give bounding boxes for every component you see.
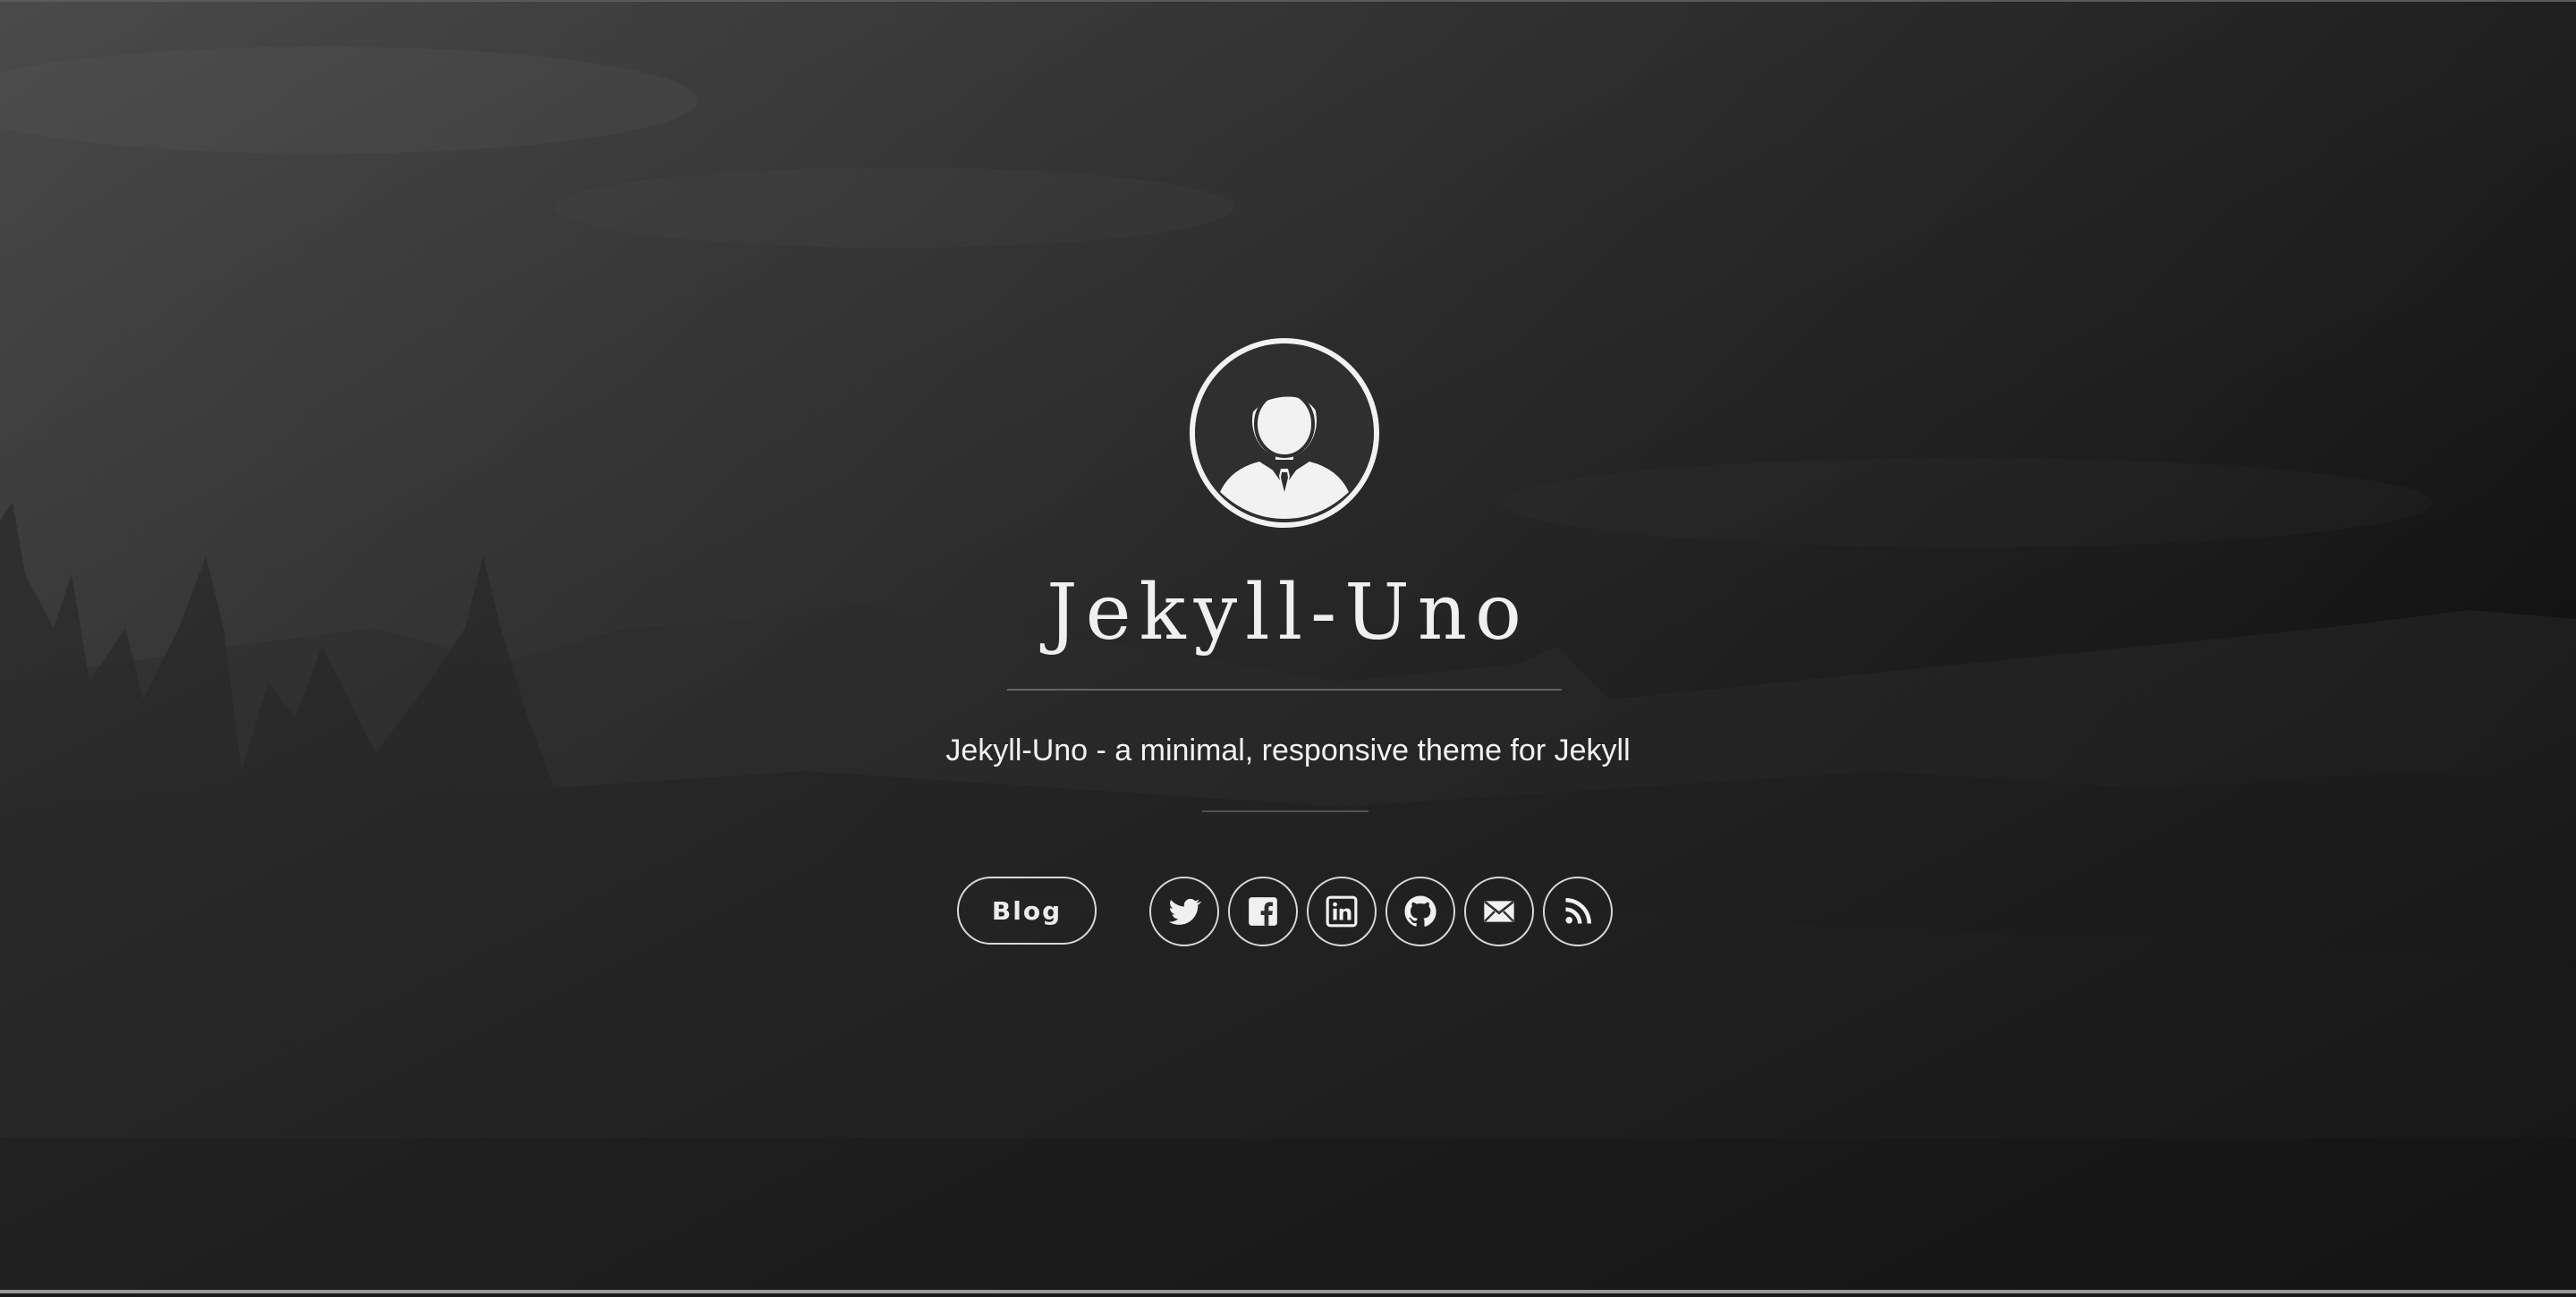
blog-button-label: Blog — [991, 895, 1063, 926]
user-avatar-icon — [1190, 338, 1379, 528]
linkedin-icon — [1325, 894, 1359, 928]
hero-background: Jekyll-Uno Jekyll-Uno - a minimal, respo… — [0, 0, 2576, 1293]
rss-link[interactable] — [1543, 877, 1613, 946]
facebook-icon — [1246, 894, 1280, 928]
linkedin-link[interactable] — [1307, 877, 1377, 946]
twitter-link[interactable] — [1149, 877, 1219, 946]
github-link[interactable] — [1385, 877, 1455, 946]
github-icon — [1402, 894, 1438, 929]
blog-button[interactable]: Blog — [957, 877, 1097, 945]
subtitle-divider — [1202, 810, 1368, 812]
facebook-link[interactable] — [1228, 877, 1298, 946]
profile-section: Jekyll-Uno Jekyll-Uno - a minimal, respo… — [0, 2, 2576, 1290]
site-description: Jekyll-Uno - a minimal, responsive theme… — [945, 733, 1631, 767]
site-title: Jekyll-Uno — [1046, 568, 1530, 657]
email-link[interactable] — [1464, 877, 1534, 946]
email-icon — [1481, 894, 1517, 929]
rss-icon — [1562, 895, 1594, 928]
title-divider — [1007, 689, 1562, 691]
twitter-icon — [1166, 894, 1202, 929]
